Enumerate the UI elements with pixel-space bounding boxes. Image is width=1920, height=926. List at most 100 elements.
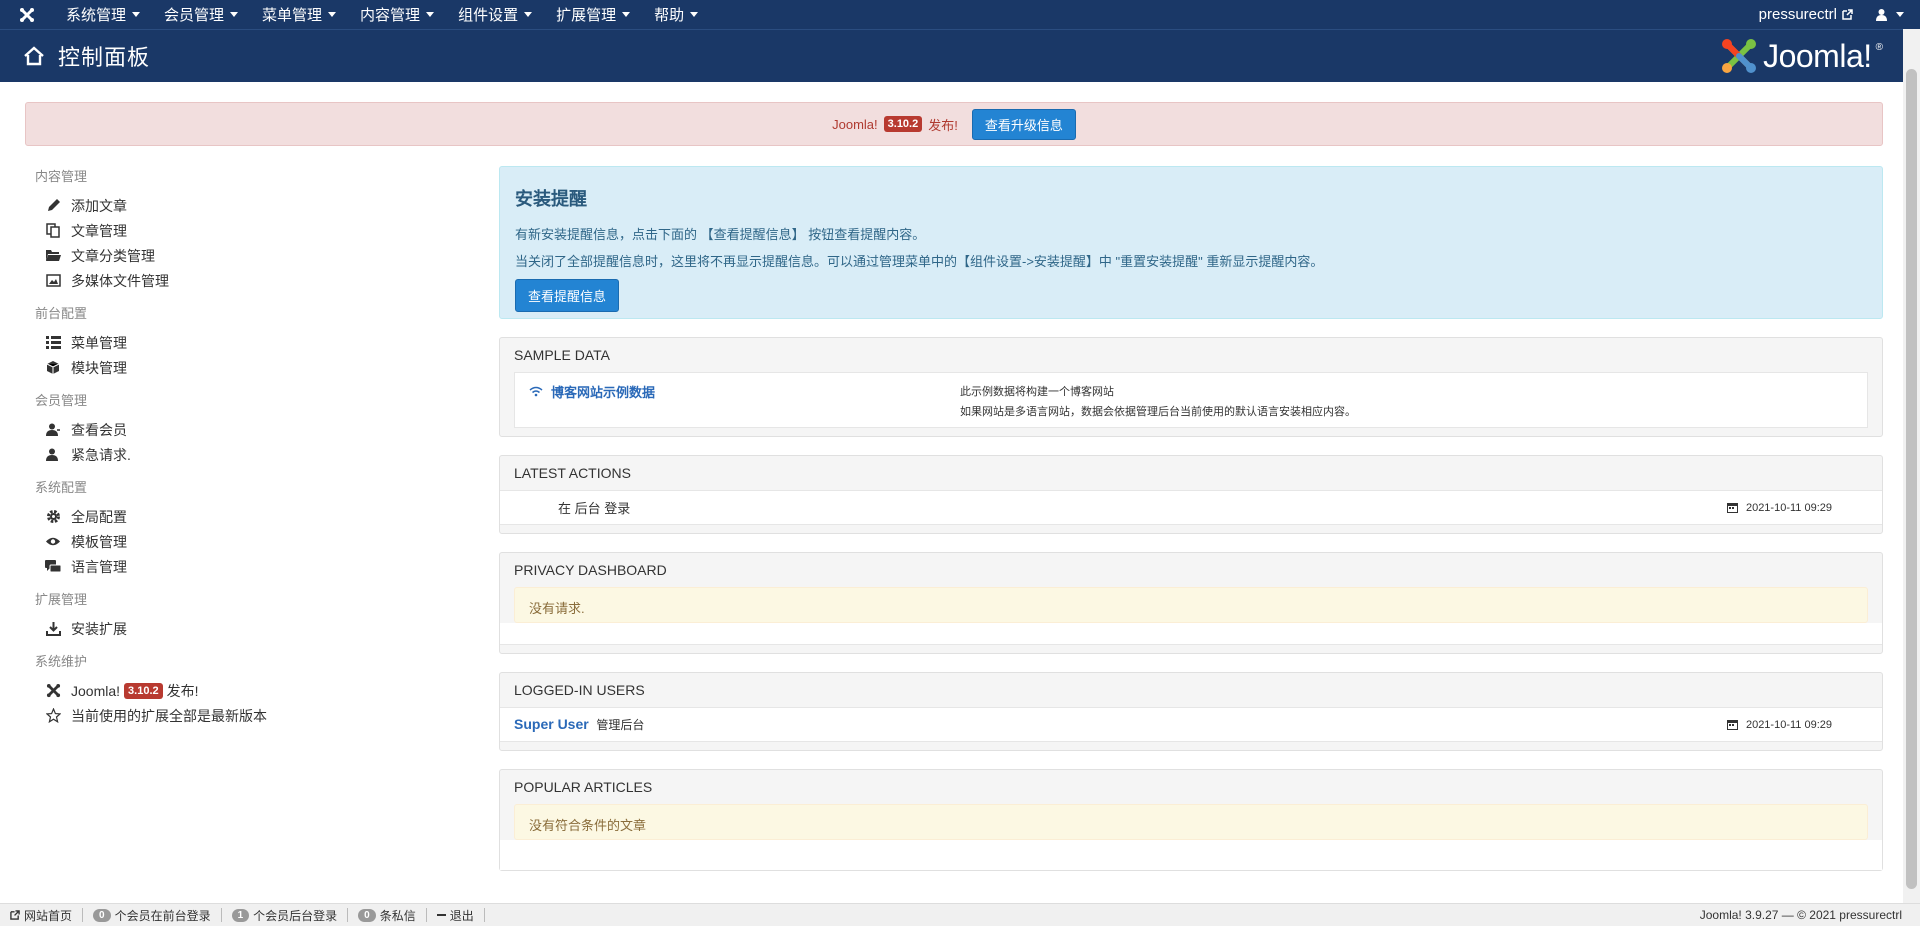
copy-icon (43, 221, 63, 241)
download-icon (43, 619, 63, 639)
comments-icon (43, 557, 63, 577)
logout-link[interactable]: 退出 (427, 908, 485, 923)
sidebar-heading: 系统维护 (35, 654, 88, 669)
sidebar-section-maintenance: 系统维护 Joomla! 3.10.2 发布! 当前使用的扩展全部是最新版本 (35, 651, 475, 728)
site-link[interactable]: pressurectrl (1745, 6, 1867, 23)
view-reminders-button[interactable]: 查看提醒信息 (515, 279, 620, 312)
sidebar-item-joomla-update[interactable]: Joomla! 3.10.2 发布! (43, 678, 475, 703)
sample-data-description: 此示例数据将构建一个博客网站 如果网站是多语言网站，数据会依据管理后台当前使用的… (960, 382, 1356, 422)
user-menu-button[interactable] (1867, 8, 1920, 21)
cog-icon (43, 507, 63, 527)
menu-users-label: 会员管理 (164, 7, 225, 24)
sidebar-item-media[interactable]: 多媒体文件管理 (43, 268, 475, 293)
action-row: 在 后台 登录 2021-10-11 09:29 (500, 491, 1882, 524)
site-home-link[interactable]: 网站首页 (0, 908, 84, 923)
blog-sample-link[interactable]: 博客网站示例数据 (529, 382, 960, 401)
menu-users[interactable]: 会员管理 (152, 0, 250, 29)
user-entry: Super User 管理后台 (514, 716, 644, 733)
panel-body: 在 后台 登录 2021-10-11 09:29 (500, 490, 1882, 525)
private-messages-label: 条私信 (379, 908, 416, 923)
menu-system[interactable]: 系统管理 (54, 0, 152, 29)
joomla-brand-icon (1722, 39, 1757, 73)
sidebar-item-view-users[interactable]: 查看会员 (43, 417, 475, 442)
list-icon (43, 333, 63, 353)
panel-body: Super User 管理后台 2021-10-11 09:29 (500, 707, 1882, 742)
caret-down-icon (132, 12, 141, 17)
sample-desc-line1: 此示例数据将构建一个博客网站 (960, 386, 1114, 398)
backend-users[interactable]: 1 个会员后台登录 (222, 908, 349, 923)
sidebar-item-languages[interactable]: 语言管理 (43, 554, 475, 579)
menu-menus-label: 菜单管理 (262, 7, 323, 24)
update-suffix: 发布! (166, 682, 199, 699)
sidebar-item-label: 安装扩展 (71, 620, 127, 637)
sidebar-heading: 会员管理 (35, 393, 88, 408)
frontend-users[interactable]: 0 个会员在前台登录 (83, 908, 222, 923)
menu-content[interactable]: 内容管理 (348, 0, 446, 29)
user-location: 管理后台 (596, 718, 645, 732)
install-reminder-title: 安装提醒 (515, 189, 587, 209)
sidebar-heading: 系统配置 (35, 480, 88, 495)
pencil-icon (43, 196, 63, 216)
sidebar-section-extensions: 扩展管理 安装扩展 (35, 589, 475, 641)
menu-components[interactable]: 组件设置 (446, 0, 544, 29)
sidebar-section-content: 内容管理 添加文章 文章管理 文章分类管理 多媒体文件管理 (35, 166, 475, 293)
sidebar-item-label: 查看会员 (71, 421, 127, 438)
user-row: Super User 管理后台 2021-10-11 09:29 (500, 708, 1882, 741)
panel-heading: LOGGED-IN USERS (514, 682, 645, 698)
sidebar: 内容管理 添加文章 文章管理 文章分类管理 多媒体文件管理 前台配置 菜单管理 … (35, 166, 475, 738)
user-icon (43, 445, 63, 465)
install-reminder-box: 安装提醒 有新安装提醒信息，点击下面的 【查看提醒信息】 按钮查看提醒内容。 当… (499, 166, 1883, 319)
site-home-label: 网站首页 (24, 908, 73, 923)
private-messages[interactable]: 0 条私信 (348, 908, 427, 923)
joomla-logo-icon[interactable] (0, 0, 54, 29)
view-update-button[interactable]: 查看升级信息 (971, 108, 1076, 140)
menu-components-label: 组件设置 (458, 7, 519, 24)
panel-heading: PRIVACY DASHBOARD (514, 562, 667, 578)
panel-footer (500, 428, 1882, 436)
sidebar-item-add-article[interactable]: 添加文章 (43, 193, 475, 218)
nav-right: pressurectrl (1745, 0, 1920, 29)
backend-users-label: 个会员后台登录 (253, 908, 338, 923)
panel-spacer (500, 623, 1882, 645)
caret-down-icon (328, 12, 337, 17)
sidebar-heading: 扩展管理 (35, 592, 88, 607)
image-icon (43, 271, 63, 291)
no-requests-message: 没有请求. (514, 587, 1868, 623)
menu-content-label: 内容管理 (360, 7, 421, 24)
menu-extensions[interactable]: 扩展管理 (544, 0, 642, 29)
logged-in-users-panel: LOGGED-IN USERS Super User 管理后台 2021-10-… (499, 672, 1883, 751)
sample-data-row: 博客网站示例数据 此示例数据将构建一个博客网站 如果网站是多语言网站，数据会依据… (515, 373, 1867, 427)
sidebar-item-articles[interactable]: 文章管理 (43, 218, 475, 243)
sidebar-item-label: 文章分类管理 (71, 247, 155, 264)
caret-down-icon (690, 12, 699, 17)
brand-text: Joomla! (1763, 37, 1872, 74)
vertical-scrollbar[interactable] (1903, 29, 1920, 903)
sidebar-item-label: 语言管理 (71, 558, 127, 575)
action-date-text: 2021-10-11 09:29 (1745, 501, 1832, 514)
sample-desc-line2: 如果网站是多语言网站，数据会依据管理后台当前使用的默认语言安装相应内容。 (960, 406, 1356, 418)
user-icon (1876, 9, 1887, 21)
scrollbar-thumb[interactable] (1906, 69, 1917, 889)
home-icon (22, 43, 48, 69)
sidebar-item-categories[interactable]: 文章分类管理 (43, 243, 475, 268)
count-badge: 1 (231, 908, 250, 922)
version-badge: 3.10.2 (883, 116, 923, 132)
install-reminder-line1: 有新安装提醒信息，点击下面的 【查看提醒信息】 按钮查看提醒内容。 (515, 227, 926, 242)
sidebar-item-urgent-requests[interactable]: 紧急请求. (43, 442, 475, 467)
logout-label: 退出 (449, 908, 474, 923)
sidebar-section-site: 前台配置 菜单管理 模块管理 (35, 303, 475, 380)
install-reminder-line2: 当关闭了全部提醒信息时，这里将不再显示提醒信息。可以通过管理菜单中的【组件设置-… (515, 254, 1324, 269)
sidebar-item-modules[interactable]: 模块管理 (43, 355, 475, 380)
popular-articles-panel: POPULAR ARTICLES 没有符合条件的文章 (499, 769, 1883, 871)
super-user-link[interactable]: Super User (514, 716, 589, 732)
sidebar-item-extension-status[interactable]: 当前使用的扩展全部是最新版本 (43, 703, 475, 728)
version-info: Joomla! 3.9.27 — © 2021 pressurectrl (1699, 908, 1902, 922)
sidebar-item-install-extensions[interactable]: 安装扩展 (43, 616, 475, 641)
sidebar-item-global-config[interactable]: 全局配置 (43, 504, 475, 529)
menu-menus[interactable]: 菜单管理 (250, 0, 348, 29)
sidebar-item-templates[interactable]: 模板管理 (43, 529, 475, 554)
sidebar-item-label: 模块管理 (71, 359, 127, 376)
menu-help[interactable]: 帮助 (642, 0, 710, 29)
count-badge: 0 (358, 908, 376, 922)
sidebar-item-menus[interactable]: 菜单管理 (43, 330, 475, 355)
